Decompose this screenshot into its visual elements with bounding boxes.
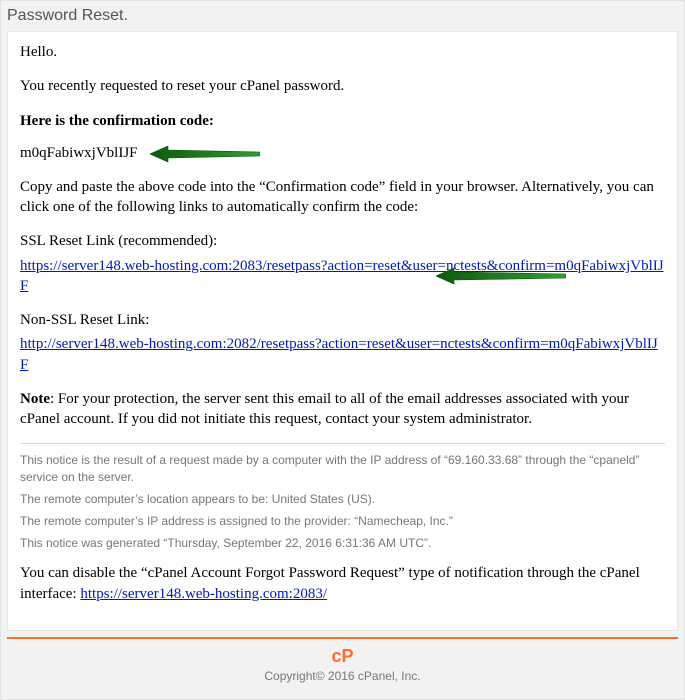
confirmation-code: m0qFabiwxjVblIJF	[20, 145, 138, 162]
ssl-reset-link[interactable]: https://server148.web-hosting.com:2083/r…	[20, 258, 664, 294]
nonssl-reset-link[interactable]: http://server148.web-hosting.com:2082/re…	[20, 336, 658, 372]
greeting: Hello.	[20, 42, 665, 62]
copyright-text: Copyright© 2016 cPanel, Inc.	[264, 669, 420, 683]
nonssl-link-label: Non-SSL Reset Link:	[20, 310, 665, 330]
disable-notice: You can disable the “cPanel Account Forg…	[20, 563, 665, 604]
email-container: Password Reset. Hello. You recently requ…	[0, 0, 685, 700]
ssl-link-label: SSL Reset Link (recommended):	[20, 231, 665, 251]
instructions: Copy and paste the above code into the “…	[20, 177, 665, 218]
note-text: : For your protection, the server sent t…	[20, 391, 629, 427]
intro-text: You recently requested to reset your cPa…	[20, 76, 665, 96]
notice-ip: This notice is the result of a request m…	[20, 452, 665, 484]
code-heading: Here is the confirmation code:	[20, 111, 665, 131]
header: Password Reset.	[1, 1, 684, 31]
confirmation-code-row: m0qFabiwxjVblIJF	[20, 145, 665, 163]
note-label: Note	[20, 391, 50, 407]
notice-block: This notice is the result of a request m…	[20, 443, 665, 551]
notice-location: The remote computer’s location appears t…	[20, 491, 665, 507]
notice-provider: The remote computer’s IP address is assi…	[20, 513, 665, 529]
email-body: Hello. You recently requested to reset y…	[7, 31, 678, 631]
annotation-arrow-icon	[436, 267, 566, 285]
page-title: Password Reset.	[7, 7, 128, 24]
cpanel-logo-icon: cP	[1, 647, 684, 665]
protection-note: Note: For your protection, the server se…	[20, 389, 665, 430]
ssl-link-block: SSL Reset Link (recommended): https://se…	[20, 231, 665, 296]
notice-timestamp: This notice was generated “Thursday, Sep…	[20, 535, 665, 551]
nonssl-link-block: Non-SSL Reset Link: http://server148.web…	[20, 310, 665, 375]
annotation-arrow-icon	[150, 145, 260, 163]
cpanel-interface-link[interactable]: https://server148.web-hosting.com:2083/	[80, 586, 327, 602]
